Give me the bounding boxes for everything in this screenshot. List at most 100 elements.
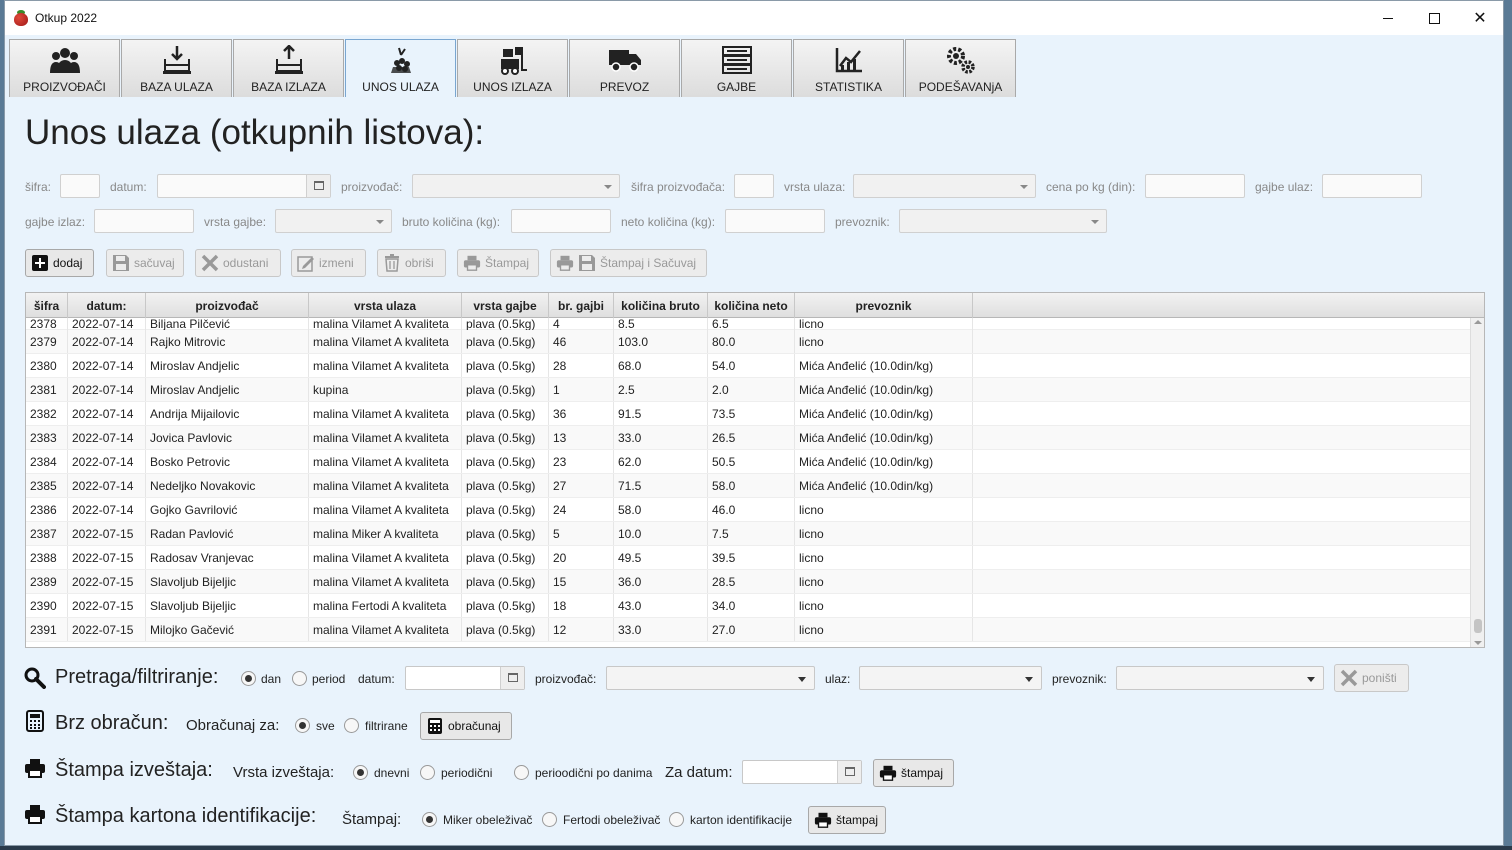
stampaj-button[interactable]: Štampaj — [457, 249, 539, 277]
table-row[interactable]: 2391 2022-07-15 Milojko Gačević malina Vila… — [26, 618, 1470, 642]
table-row[interactable]: 2388 2022-07-15 Radosav Vranjevac malina Vi… — [26, 546, 1470, 570]
datum-field[interactable] — [157, 174, 331, 198]
tab-gajbe[interactable]: GAJBE — [681, 39, 792, 97]
scroll-up-icon[interactable] — [1474, 320, 1482, 324]
neto-field[interactable] — [725, 209, 825, 233]
card-fertodi-radio[interactable] — [542, 812, 557, 827]
gajbe-ulaz-label: gajbe ulaz: — [1255, 180, 1314, 194]
card-stampaj-button[interactable]: štampaj — [808, 806, 886, 834]
scroll-thumb[interactable] — [1474, 619, 1482, 633]
obracunaj-label: obračunaj — [448, 719, 501, 733]
card-miker-radio[interactable] — [422, 812, 437, 827]
col-kolicina-bruto[interactable]: količina bruto — [614, 293, 708, 318]
filter-prevoznik-select[interactable] — [1116, 666, 1324, 690]
table-cell: 103.0 — [614, 330, 708, 353]
scroll-down-icon[interactable] — [1474, 641, 1482, 645]
tab-statistika[interactable]: STATISTIKA — [793, 39, 904, 97]
tab-podesavanja[interactable]: PODEŠAVANjA — [905, 39, 1016, 97]
table-cell: 2022-07-15 — [68, 618, 146, 641]
gajbe-ulaz-field[interactable] — [1322, 174, 1422, 198]
table-cell: plava (0.5kg) — [462, 618, 549, 641]
table-row[interactable]: 2389 2022-07-15 Slavoljub Bijeljic malina V… — [26, 570, 1470, 594]
cena-field[interactable] — [1145, 174, 1245, 198]
filter-period-radio[interactable] — [292, 671, 307, 686]
filter-proizvodjac-select[interactable] — [606, 666, 815, 690]
proizvodjac-select[interactable] — [412, 174, 620, 198]
table-cell: 73.5 — [708, 402, 795, 425]
table-row[interactable]: 2379 2022-07-14 Rajko Mitrovic malina Vilam… — [26, 330, 1470, 354]
table-cell: plava (0.5kg) — [462, 354, 549, 377]
col-br-gajbi[interactable]: br. gajbi — [549, 293, 614, 318]
tab-unos-ulaza[interactable]: UNOS ULAZA — [345, 39, 456, 97]
col-sifra[interactable]: šifra — [26, 293, 68, 318]
table-cell: 15 — [549, 570, 614, 593]
filter-dan-radio[interactable] — [241, 671, 256, 686]
sifra-proizvodjaca-field[interactable] — [734, 174, 774, 198]
close-button[interactable]: ✕ — [1457, 1, 1503, 35]
prevoznik-select[interactable] — [899, 209, 1107, 233]
table-cell: 2383 — [26, 426, 68, 449]
table-row[interactable]: 2387 2022-07-15 Radan Pavlović malina Miker… — [26, 522, 1470, 546]
table-row[interactable]: 2384 2022-07-14 Bosko Petrovic malina Vilam… — [26, 450, 1470, 474]
card-fertodi-label: Fertodi obeleživač — [563, 813, 661, 827]
table-row[interactable]: 2383 2022-07-14 Jovica Pavlovic malina Vila… — [26, 426, 1470, 450]
calc-sve-radio[interactable] — [295, 718, 310, 733]
tab-proizvodjaci[interactable]: PROIZVOĐAČI — [9, 39, 120, 97]
table-cell: malina Vilamet A kvaliteta — [309, 474, 462, 497]
table-row[interactable]: 2380 2022-07-14 Miroslav Andjelic malina Vi… — [26, 354, 1470, 378]
table-cell: Mića Anđelić (10.0din/kg) — [795, 402, 973, 425]
report-periodicni-radio[interactable] — [420, 765, 435, 780]
obrisi-button[interactable]: obriši — [377, 249, 446, 277]
obracunaj-button[interactable]: obračunaj — [420, 712, 512, 740]
report-po-danima-radio[interactable] — [514, 765, 529, 780]
calendar-button[interactable] — [500, 667, 524, 689]
calendar-button[interactable] — [306, 175, 330, 197]
report-datum-field[interactable] — [742, 760, 862, 784]
sifra-field[interactable] — [60, 174, 100, 198]
minimize-button[interactable] — [1365, 1, 1411, 35]
col-kolicina-neto[interactable]: količina neto — [708, 293, 795, 318]
filter-datum-field[interactable] — [405, 666, 525, 690]
card-karton-radio[interactable] — [669, 812, 684, 827]
ulazi-table[interactable]: šifra datum: proizvođač vrsta ulaza vrst… — [25, 292, 1485, 648]
table-cell: 6.5 — [708, 318, 795, 330]
tab-baza-izlaza[interactable]: BAZA IZLAZA — [233, 39, 344, 97]
table-row[interactable]: 2378 2022-07-14 Biljana Pilčević malina Vil… — [26, 318, 1470, 330]
report-dnevni-radio[interactable] — [353, 765, 368, 780]
col-vrsta-gajbe[interactable]: vrsta gajbe — [462, 293, 549, 318]
vrsta-gajbe-select[interactable] — [275, 209, 392, 233]
col-datum[interactable]: datum: — [68, 293, 146, 318]
calc-filtrirane-radio[interactable] — [344, 718, 359, 733]
tab-baza-ulaza[interactable]: BAZA ULAZA — [121, 39, 232, 97]
tab-unos-izlaza[interactable]: UNOS IZLAZA — [457, 39, 568, 97]
table-cell: 27.0 — [708, 618, 795, 641]
dodaj-button[interactable]: dodaj — [25, 249, 94, 277]
maximize-button[interactable] — [1411, 1, 1457, 35]
table-scrollbar[interactable] — [1470, 318, 1484, 647]
stampaj-sacuvaj-button[interactable]: Štampaj i Sačuvaj — [550, 249, 707, 277]
vrsta-ulaza-select[interactable] — [853, 174, 1036, 198]
table-row[interactable]: 2382 2022-07-14 Andrija Mijailovic malina V… — [26, 402, 1470, 426]
izmeni-button[interactable]: izmeni — [291, 249, 366, 277]
col-prevoznik[interactable]: prevoznik — [795, 293, 973, 318]
ponisti-button[interactable]: poništi — [1334, 664, 1409, 692]
table-row[interactable]: 2381 2022-07-14 Miroslav Andjelic kupina pla… — [26, 378, 1470, 402]
bruto-field[interactable] — [511, 209, 611, 233]
table-row[interactable]: 2390 2022-07-15 Slavoljub Bijeljic malina F… — [26, 594, 1470, 618]
table-cell: 12 — [549, 618, 614, 641]
tab-prevoz[interactable]: PREVOZ — [569, 39, 680, 97]
table-row[interactable]: 2385 2022-07-14 Nedeljko Novakovic malina V… — [26, 474, 1470, 498]
filter-ulaz-select[interactable] — [859, 666, 1042, 690]
report-stampaj-button[interactable]: štampaj — [873, 759, 954, 787]
odustani-label: odustani — [223, 256, 269, 270]
odustani-button[interactable]: odustani — [195, 249, 281, 277]
calendar-button[interactable] — [837, 761, 861, 783]
col-vrsta-ulaza[interactable]: vrsta ulaza — [309, 293, 462, 318]
gajbe-izlaz-field[interactable] — [94, 209, 194, 233]
prevoznik-label: prevoznik: — [835, 215, 890, 229]
sacuvaj-button[interactable]: sačuvaj — [106, 249, 184, 277]
izmeni-label: izmeni — [319, 256, 354, 270]
col-proizvodjac[interactable]: proizvođač — [146, 293, 309, 318]
table-cell: plava (0.5kg) — [462, 426, 549, 449]
table-row[interactable]: 2386 2022-07-14 Gojko Gavrilović malina Vil… — [26, 498, 1470, 522]
